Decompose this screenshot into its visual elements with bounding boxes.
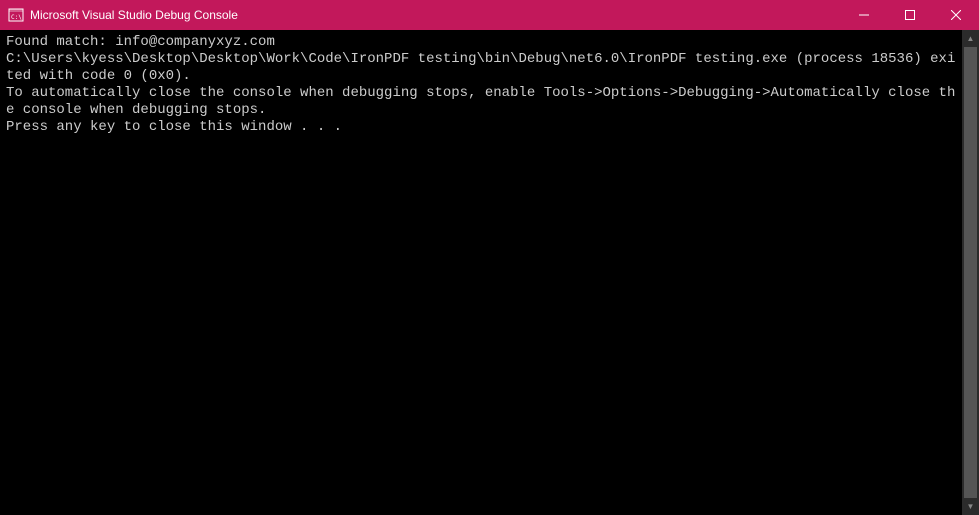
console-window: C:\ Microsoft Visual Studio Debug Consol… [0, 0, 979, 515]
scroll-track[interactable] [962, 47, 979, 498]
maximize-button[interactable] [887, 0, 933, 30]
window-title: Microsoft Visual Studio Debug Console [30, 8, 841, 22]
minimize-button[interactable] [841, 0, 887, 30]
scroll-thumb[interactable] [964, 47, 977, 498]
close-button[interactable] [933, 0, 979, 30]
output-line: Found match: info@companyxyz.com [6, 34, 956, 51]
svg-text:C:\: C:\ [11, 14, 22, 21]
output-line: To automatically close the console when … [6, 85, 956, 119]
console-output[interactable]: Found match: info@companyxyz.comC:\Users… [0, 30, 962, 515]
console-body: Found match: info@companyxyz.comC:\Users… [0, 30, 979, 515]
output-line: C:\Users\kyess\Desktop\Desktop\Work\Code… [6, 51, 956, 85]
output-line: Press any key to close this window . . . [6, 119, 956, 136]
scroll-down-arrow[interactable]: ▼ [962, 498, 979, 515]
console-icon: C:\ [8, 7, 24, 23]
vertical-scrollbar[interactable]: ▲ ▼ [962, 30, 979, 515]
window-controls [841, 0, 979, 30]
scroll-up-arrow[interactable]: ▲ [962, 30, 979, 47]
titlebar[interactable]: C:\ Microsoft Visual Studio Debug Consol… [0, 0, 979, 30]
